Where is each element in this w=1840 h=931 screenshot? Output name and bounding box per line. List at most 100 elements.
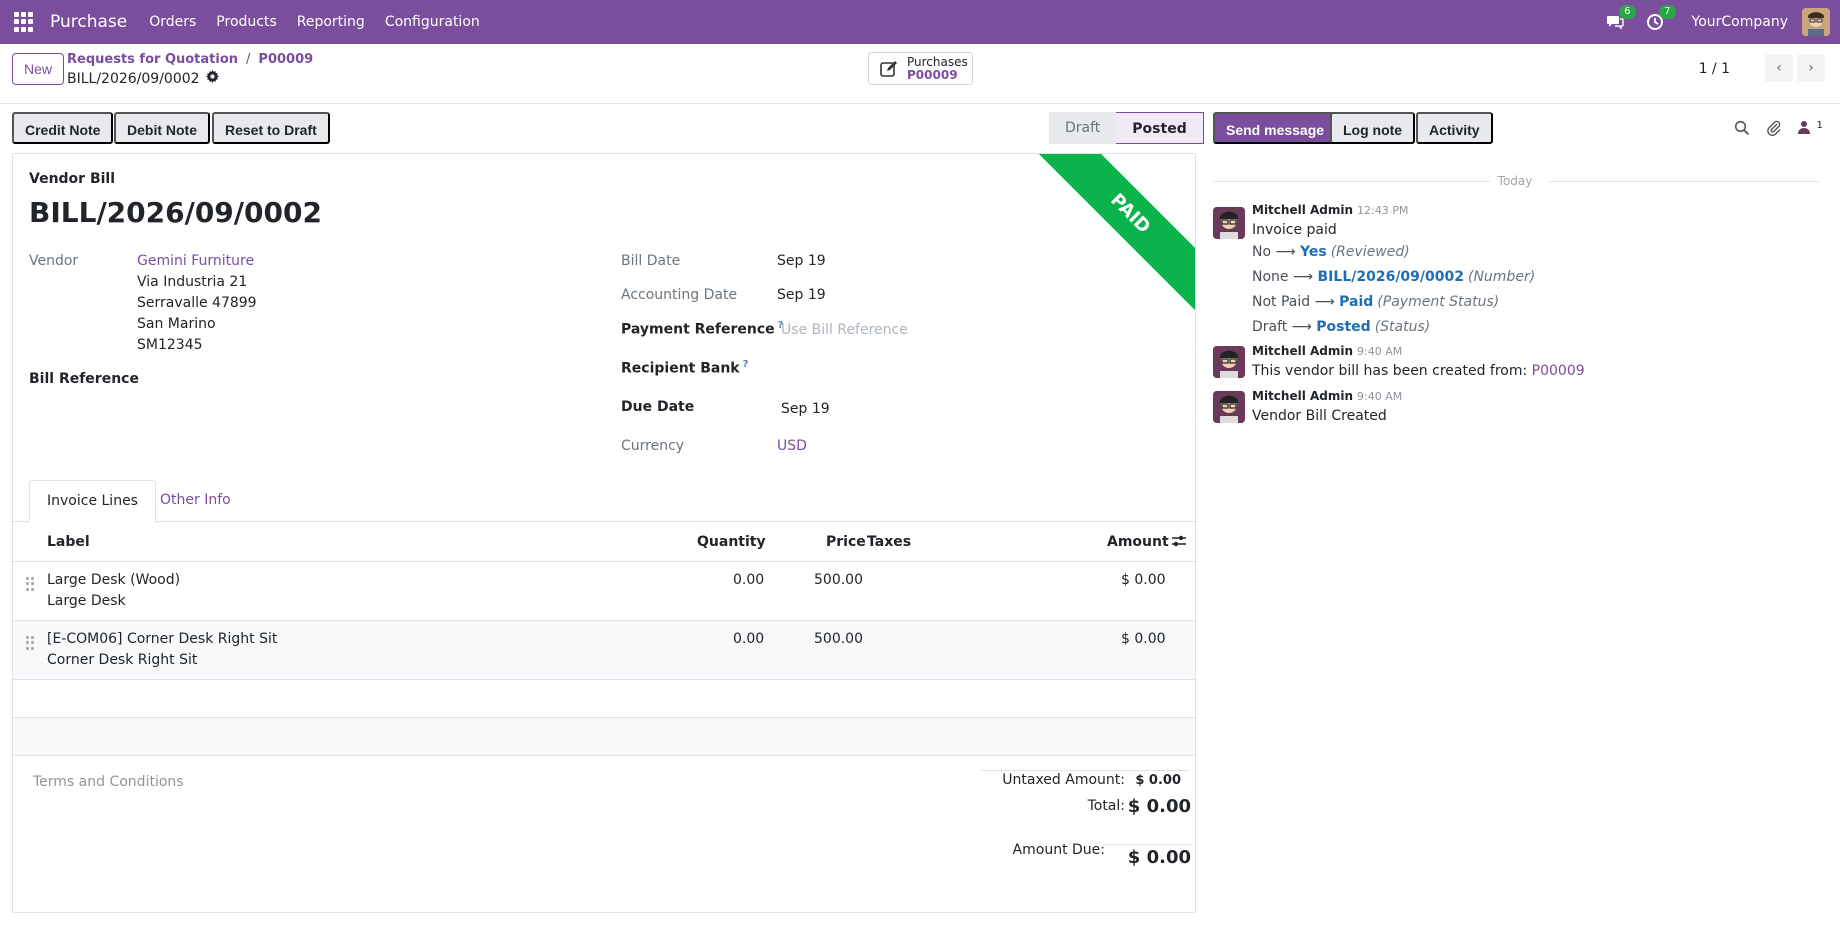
smart-button-value: P00009 <box>907 67 958 82</box>
new-button[interactable]: New <box>12 53 65 85</box>
tab-invoice-lines[interactable]: Invoice Lines <box>29 480 156 522</box>
currency-link[interactable]: USD <box>777 438 807 454</box>
status-bar: Draft Posted <box>1049 112 1204 144</box>
author-name[interactable]: Mitchell Admin <box>1252 344 1353 358</box>
chatter-panel: Send message Log note Activity 1 Today M… <box>1210 104 1840 931</box>
paid-ribbon: PAID <box>1029 154 1195 315</box>
line-quantity: 0.00 <box>733 572 765 588</box>
tracking-line: No ⟶ Yes (Reviewed) <box>1252 244 1410 260</box>
bill-date-field[interactable]: Sep 19 <box>777 253 826 269</box>
due-date-field[interactable]: Sep 19 <box>781 401 830 417</box>
line-description: Corner Desk Right Sit <box>47 652 198 668</box>
bill-reference-label: Bill Reference <box>29 371 139 387</box>
messages-icon[interactable]: 6 <box>1604 5 1636 33</box>
tracking-field: (Status) <box>1374 319 1431 335</box>
author-avatar[interactable] <box>1213 346 1245 378</box>
line-label: [E-COM06] Corner Desk Right Sit <box>47 631 278 647</box>
col-amount[interactable]: Amount <box>1107 534 1169 550</box>
credit-note-button[interactable]: Credit Note <box>12 112 114 144</box>
status-draft[interactable]: Draft <box>1049 112 1117 144</box>
payment-reference-input[interactable]: Use Bill Reference <box>781 322 908 338</box>
action-bar: Credit Note Debit Note Reset to Draft Dr… <box>0 104 1210 148</box>
pager-value[interactable]: 1 / 1 <box>1699 61 1730 77</box>
pager-previous-button[interactable]: ‹ <box>1765 54 1793 82</box>
breadcrumb-rfq[interactable]: Requests for Quotation <box>67 52 238 67</box>
vendor-address-line: Via Industria 21 <box>137 274 248 290</box>
tracking-line: Not Paid ⟶ Paid (Payment Status) <box>1252 294 1500 310</box>
app-name[interactable]: Purchase <box>50 12 127 32</box>
accounting-date-field[interactable]: Sep 19 <box>777 287 826 303</box>
menu-configuration[interactable]: Configuration <box>385 14 480 30</box>
user-avatar[interactable] <box>1802 8 1830 36</box>
attachment-icon[interactable] <box>1766 120 1784 138</box>
activities-clock-icon[interactable]: 7 <box>1644 5 1676 33</box>
author-avatar[interactable] <box>1213 391 1245 423</box>
message-author: Mitchell Admin 9:40 AM <box>1252 389 1402 403</box>
author-avatar[interactable] <box>1213 207 1245 239</box>
tracking-old: No <box>1252 244 1272 260</box>
debit-note-button[interactable]: Debit Note <box>114 112 210 144</box>
source-document-link[interactable]: P00009 <box>1532 363 1585 379</box>
drag-handle-icon[interactable] <box>26 636 34 650</box>
line-label: Large Desk (Wood) <box>47 572 181 588</box>
author-name[interactable]: Mitchell Admin <box>1252 389 1353 403</box>
recipient-bank-label: Recipient Bank? <box>621 359 748 377</box>
tracking-old: Not Paid <box>1252 294 1311 310</box>
followers-count: 1 <box>1816 120 1823 131</box>
vendor-link[interactable]: Gemini Furniture <box>137 253 254 269</box>
totals-divider <box>981 770 1189 771</box>
pager-next-button[interactable]: › <box>1797 54 1825 82</box>
recipient-bank-text: Recipient Bank <box>621 360 740 377</box>
accounting-date-label: Accounting Date <box>621 287 738 303</box>
untaxed-amount-label: Untaxed Amount: <box>1002 772 1125 788</box>
breadcrumb-po[interactable]: P00009 <box>258 52 313 67</box>
top-navbar: Purchase Orders Products Reporting Confi… <box>0 0 1840 44</box>
tab-other-info[interactable]: Other Info <box>143 480 248 522</box>
help-icon[interactable]: ? <box>743 359 749 370</box>
activity-button[interactable]: Activity <box>1416 112 1493 144</box>
line-price: 500.00 <box>814 631 863 647</box>
activities-badge: 7 <box>1659 5 1676 19</box>
amount-due-label: Amount Due: <box>1012 842 1105 858</box>
smart-button-label: Purchases <box>907 54 968 69</box>
col-price[interactable]: Price <box>826 534 866 550</box>
menu-orders[interactable]: Orders <box>149 14 196 30</box>
gear-icon[interactable] <box>205 70 219 87</box>
line-amount: $ 0.00 <box>1121 631 1166 647</box>
terms-and-conditions[interactable]: Terms and Conditions <box>33 774 184 790</box>
followers-icon[interactable]: 1 <box>1798 120 1830 138</box>
tracking-old: Draft <box>1252 319 1288 335</box>
col-label[interactable]: Label <box>47 534 90 550</box>
empty-row <box>13 680 1195 718</box>
message-time: 9:40 AM <box>1357 345 1403 358</box>
chevron-right-icon: › <box>1808 60 1814 76</box>
table-row[interactable]: Large Desk (Wood) Large Desk 0.00 500.00… <box>13 562 1195 621</box>
company-switcher[interactable]: YourCompany <box>1692 14 1789 30</box>
log-note-button[interactable]: Log note <box>1330 112 1416 144</box>
purchases-smart-button[interactable]: Purchases P00009 <box>868 52 973 85</box>
apps-menu-icon[interactable] <box>14 12 34 32</box>
currency-label: Currency <box>621 438 685 454</box>
reset-to-draft-button[interactable]: Reset to Draft <box>212 112 330 144</box>
edit-icon <box>880 60 897 77</box>
drag-handle-icon[interactable] <box>26 577 34 591</box>
tracking-new: BILL/2026/09/0002 <box>1317 269 1464 285</box>
vendor-label: Vendor <box>29 253 79 269</box>
col-quantity[interactable]: Quantity <box>697 534 766 550</box>
search-icon[interactable] <box>1734 120 1752 138</box>
table-row[interactable]: [E-COM06] Corner Desk Right Sit Corner D… <box>13 621 1195 680</box>
author-name[interactable]: Mitchell Admin <box>1252 203 1353 217</box>
chevron-left-icon: ‹ <box>1776 60 1782 76</box>
untaxed-amount-value: $ 0.00 <box>1135 773 1181 788</box>
col-taxes[interactable]: Taxes <box>867 534 911 550</box>
breadcrumb-separator: / <box>246 52 251 67</box>
column-settings-icon[interactable] <box>1171 533 1187 553</box>
vendor-address-line: SM12345 <box>137 337 203 353</box>
menu-products[interactable]: Products <box>216 14 276 30</box>
send-message-button[interactable]: Send message <box>1213 112 1338 144</box>
line-quantity: 0.00 <box>733 631 765 647</box>
menu-reporting[interactable]: Reporting <box>297 14 365 30</box>
status-posted[interactable]: Posted <box>1116 112 1204 144</box>
record-name: BILL/2026/09/0002 <box>67 70 200 87</box>
line-amount: $ 0.00 <box>1121 572 1166 588</box>
